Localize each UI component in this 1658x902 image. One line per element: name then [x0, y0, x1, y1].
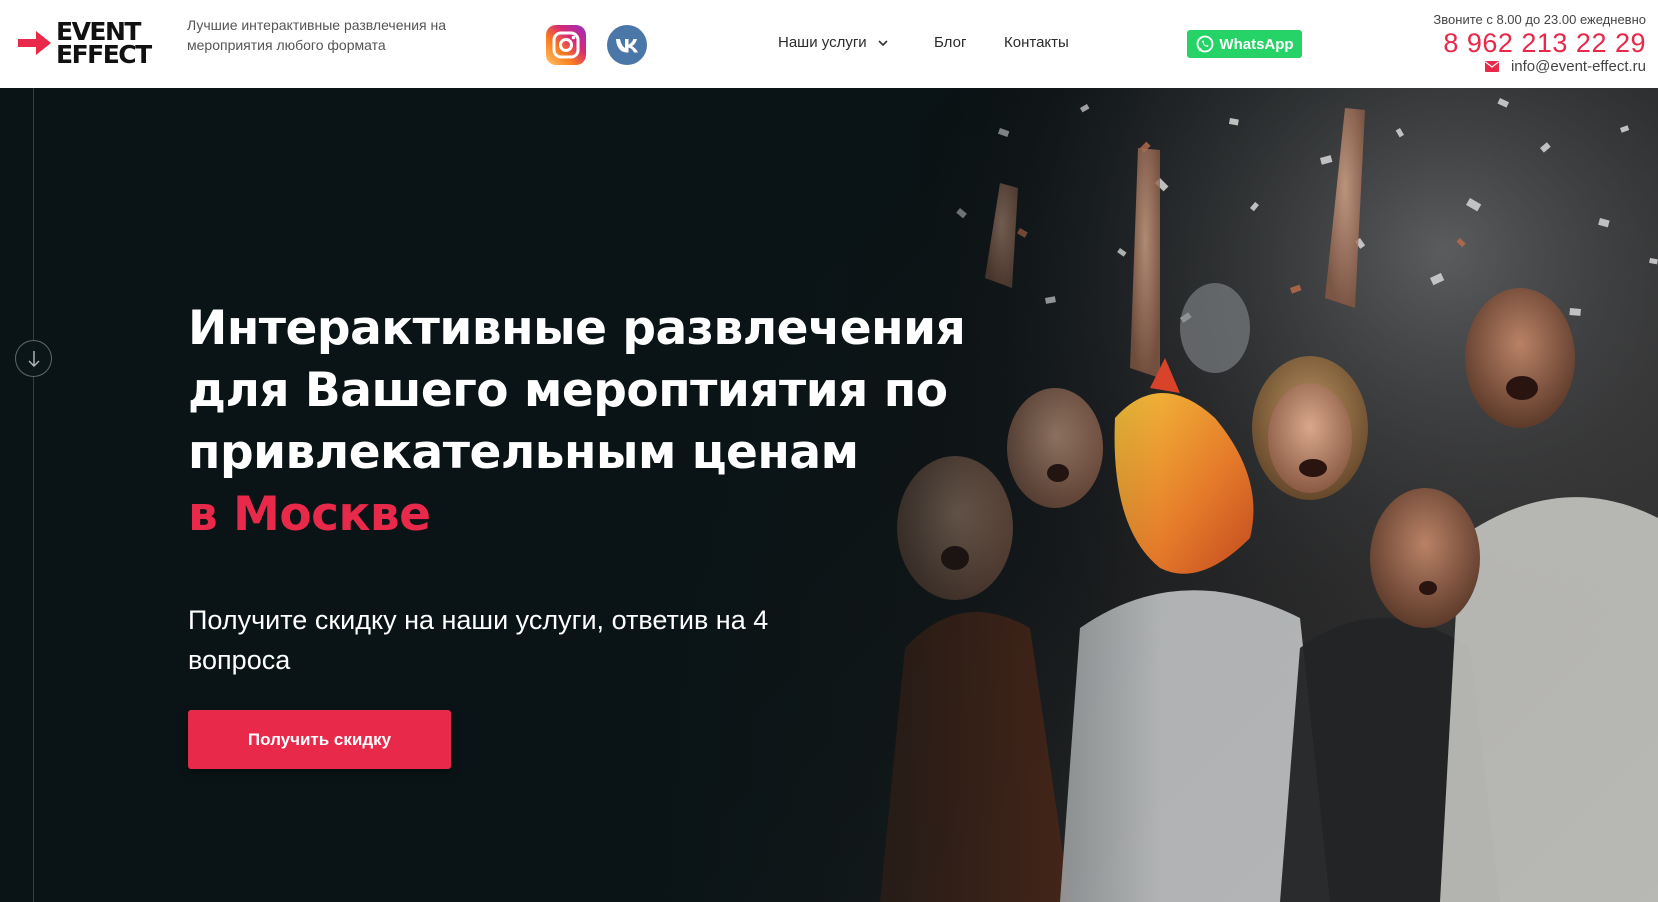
whatsapp-label: WhatsApp: [1219, 35, 1294, 53]
working-hours: Звоните с 8.00 до 23.00 ежедневно: [1433, 12, 1646, 27]
logo-arrow-icon: [18, 31, 51, 55]
whatsapp-icon: [1197, 35, 1214, 53]
email-link[interactable]: info@event-effect.ru: [1511, 58, 1646, 75]
hero-title-line: Интерактивные развлечения: [188, 301, 966, 356]
nav-services-label: Наши услуги: [778, 34, 867, 51]
phone-link[interactable]: 8 962 213 22 29: [1443, 28, 1646, 59]
vk-link[interactable]: [607, 25, 647, 65]
nav-services[interactable]: Наши услуги: [778, 34, 889, 51]
logo-line-effect: EFFECT: [56, 40, 152, 69]
nav-contacts[interactable]: Контакты: [1004, 34, 1069, 51]
scroll-down-button[interactable]: [15, 340, 52, 377]
logo-wordmark: EVENT EFFECT: [56, 19, 152, 69]
arrow-down-icon: [28, 350, 39, 367]
hero-title: Интерактивные развлечения для Вашего мер…: [188, 298, 1008, 546]
hero-section: Интерактивные развлечения для Вашего мер…: [0, 88, 1658, 902]
mail-icon: [1484, 61, 1499, 72]
hero-subtitle: Получите скидку на наши услуги, ответив …: [188, 605, 769, 675]
get-discount-button[interactable]: Получить скидку: [188, 710, 451, 769]
side-guide-line: [33, 88, 34, 902]
header-tagline: Лучшие интерактивные развлечения на меро…: [187, 17, 447, 53]
chevron-down-icon: [878, 39, 888, 46]
instagram-icon: [546, 25, 586, 65]
event-effect-logo[interactable]: EVENT EFFECT: [18, 19, 164, 69]
hero-title-city: в Москве: [188, 487, 431, 542]
site-header: EVENT EFFECT Лучшие интерактивные развле…: [0, 0, 1658, 88]
hero-title-line: для Вашего мероптиятия по: [188, 363, 948, 418]
email-row: info@event-effect.ru: [1484, 58, 1646, 75]
instagram-link[interactable]: [546, 25, 586, 65]
hero-title-line: привлекательным ценам: [188, 425, 859, 480]
whatsapp-button[interactable]: WhatsApp: [1187, 30, 1302, 58]
vk-icon: [607, 25, 647, 65]
nav-blog[interactable]: Блог: [934, 34, 966, 51]
